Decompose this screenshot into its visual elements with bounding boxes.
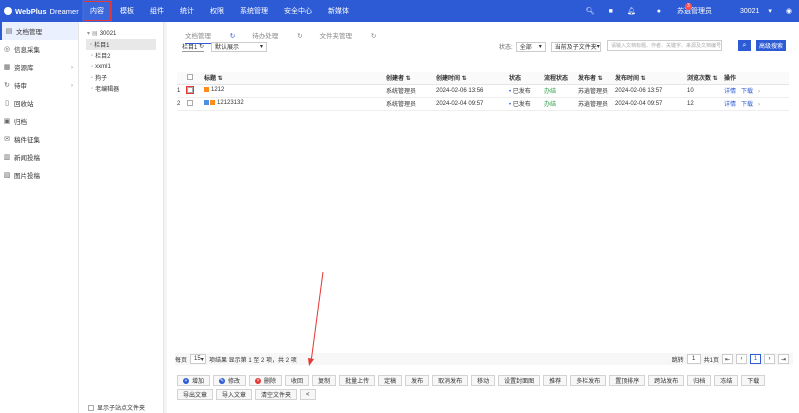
- annotation-arrow: [308, 271, 324, 366]
